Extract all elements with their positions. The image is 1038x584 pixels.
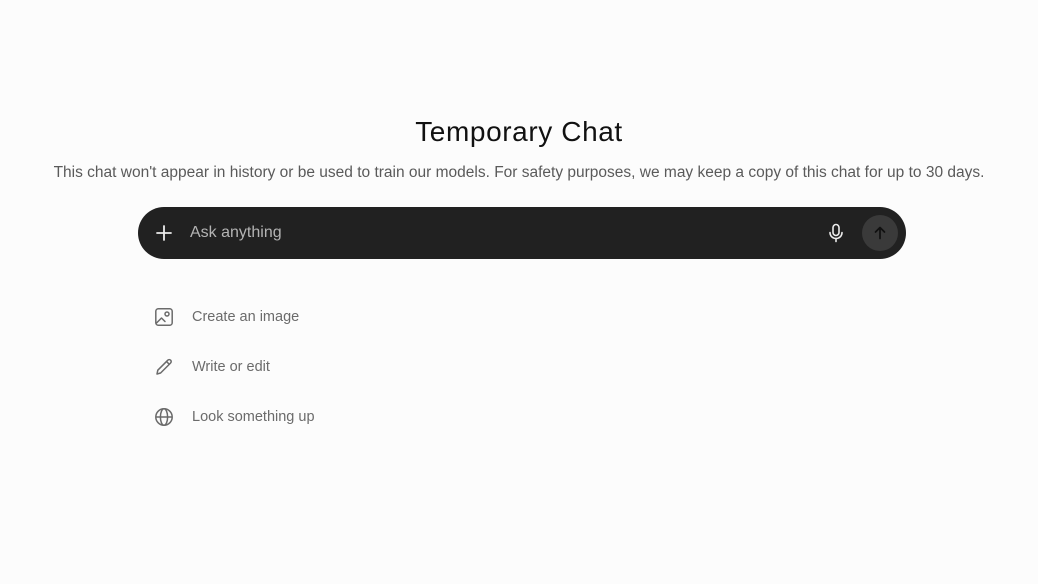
page-title: Temporary Chat <box>415 116 623 147</box>
suggestion-list: Create an image Write or edit Look somet… <box>146 292 466 442</box>
plus-icon <box>156 225 172 241</box>
add-attachment-button[interactable] <box>150 219 178 247</box>
microphone-icon <box>829 223 843 243</box>
arrow-up-icon <box>874 226 886 240</box>
pencil-icon <box>146 355 184 379</box>
page-subtitle: This chat won't appear in history or be … <box>53 164 985 181</box>
suggestion-label: Write or edit <box>192 359 270 375</box>
suggestion-label: Look something up <box>192 409 315 425</box>
chat-composer <box>138 207 906 259</box>
suggestion-label: Create an image <box>192 309 300 325</box>
dictate-button[interactable] <box>822 219 850 247</box>
suggestion-write-edit[interactable]: Write or edit <box>146 342 466 392</box>
send-button[interactable] <box>862 215 898 251</box>
globe-icon <box>146 405 184 429</box>
suggestion-look-up[interactable]: Look something up <box>146 392 466 442</box>
chat-input[interactable] <box>190 220 790 246</box>
suggestion-create-image[interactable]: Create an image <box>146 292 466 342</box>
temporary-chat-page: Temporary Chat This chat won't appear in… <box>0 0 1038 584</box>
image-icon <box>146 305 184 329</box>
